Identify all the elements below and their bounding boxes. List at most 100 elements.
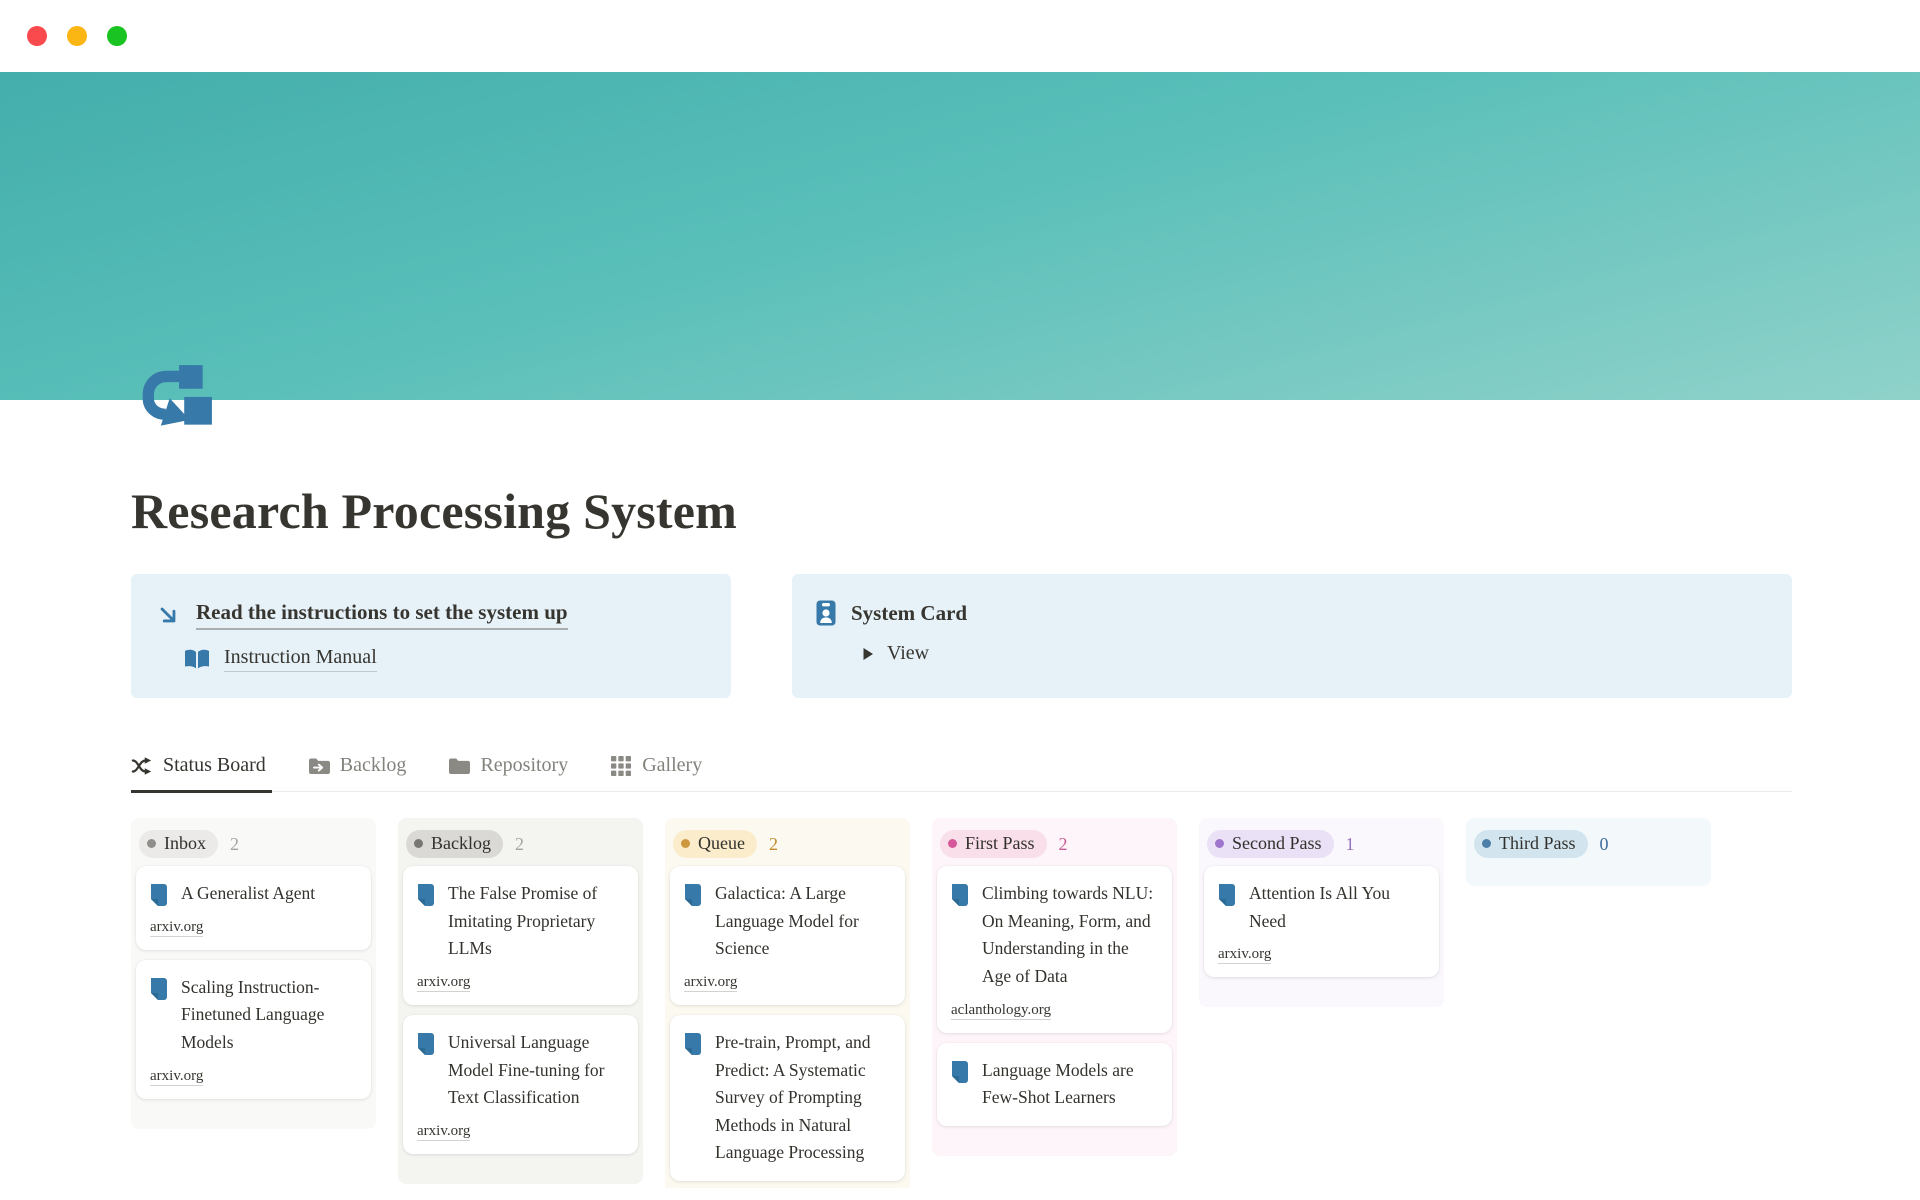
column-inbox: Inbox 2 A Generalist Agent arxiv.org Sca… <box>131 818 376 1129</box>
column-count: 2 <box>515 834 524 855</box>
source-link[interactable]: arxiv.org <box>150 919 203 937</box>
page-icon <box>149 883 169 907</box>
paper-card[interactable]: Scaling Instruction-Finetuned Language M… <box>136 960 371 1099</box>
column-count: 2 <box>230 834 239 855</box>
source-link[interactable]: arxiv.org <box>150 1068 203 1086</box>
status-dot-icon <box>1482 839 1491 848</box>
column-queue: Queue 2 Galactica: A Large Language Mode… <box>665 818 910 1200</box>
column-status-pill[interactable]: Second Pass <box>1207 830 1334 858</box>
card-list: The False Promise of Imitating Proprieta… <box>401 866 640 1154</box>
column-name: Queue <box>698 833 745 854</box>
paper-title: Universal Language Model Fine-tuning for… <box>448 1029 624 1112</box>
column-backlog: Backlog 2 The False Promise of Imitating… <box>398 818 643 1184</box>
page-icon <box>416 883 436 907</box>
column-name: First Pass <box>965 833 1035 854</box>
page-icon <box>416 1032 436 1056</box>
column-status-pill[interactable]: Backlog <box>406 830 503 858</box>
paper-card[interactable]: Universal Language Model Fine-tuning for… <box>403 1015 638 1154</box>
zoom-button[interactable] <box>107 26 127 46</box>
system-card-callout: System Card View <box>792 574 1792 698</box>
paper-card[interactable]: Pre-train, Prompt, and Predict: A System… <box>670 1015 905 1181</box>
cover-image <box>0 72 1920 400</box>
arrow-down-right-icon <box>155 602 181 628</box>
folder-icon <box>448 756 470 776</box>
source-link[interactable]: aclanthology.org <box>951 1002 1051 1020</box>
open-book-icon <box>183 647 211 671</box>
status-dot-icon <box>948 839 957 848</box>
column-second-pass: Second Pass 1 Attention Is All You Need … <box>1199 818 1444 1007</box>
paper-card[interactable]: Galactica: A Large Language Model for Sc… <box>670 866 905 1005</box>
paper-title: Language Models are Few-Shot Learners <box>982 1057 1158 1112</box>
callouts-row: Read the instructions to set the system … <box>131 574 1792 698</box>
instruction-manual-link[interactable]: Instruction Manual <box>224 646 377 672</box>
column-name: Backlog <box>431 833 491 854</box>
column-header: Backlog 2 <box>401 826 640 866</box>
tab-status-board[interactable]: Status Board <box>131 750 272 793</box>
paper-title: Scaling Instruction-Finetuned Language M… <box>181 974 357 1057</box>
source-link[interactable]: arxiv.org <box>1218 946 1271 964</box>
instructions-heading-link[interactable]: Read the instructions to set the system … <box>196 600 568 630</box>
paper-title: The False Promise of Imitating Proprieta… <box>448 880 624 963</box>
column-status-pill[interactable]: Inbox <box>139 830 218 858</box>
paper-title: Climbing towards NLU: On Meaning, Form, … <box>982 880 1158 991</box>
page-title: Research Processing System <box>131 482 1792 540</box>
status-dot-icon <box>681 839 690 848</box>
column-name: Third Pass <box>1499 833 1576 854</box>
window-titlebar <box>0 0 1920 72</box>
paper-card[interactable]: Attention Is All You Need arxiv.org <box>1204 866 1439 977</box>
id-card-icon <box>816 600 836 626</box>
status-board: Inbox 2 A Generalist Agent arxiv.org Sca… <box>131 818 1792 1200</box>
tab-label: Repository <box>480 754 568 777</box>
tab-repository[interactable]: Repository <box>448 750 574 793</box>
column-count: 2 <box>1059 834 1068 855</box>
view-toggle[interactable]: View <box>887 642 929 665</box>
shuffle-icon <box>131 756 153 776</box>
system-card-heading: System Card <box>851 601 967 626</box>
column-first-pass: First Pass 2 Climbing towards NLU: On Me… <box>932 818 1177 1156</box>
minimize-button[interactable] <box>67 26 87 46</box>
column-header: Inbox 2 <box>134 826 373 866</box>
page-icon <box>683 883 703 907</box>
column-header: Queue 2 <box>668 826 907 866</box>
status-dot-icon <box>414 839 423 848</box>
paper-title: A Generalist Agent <box>181 880 315 908</box>
column-count: 2 <box>769 834 778 855</box>
paper-card[interactable]: The False Promise of Imitating Proprieta… <box>403 866 638 1005</box>
status-dot-icon <box>147 839 156 848</box>
tab-gallery[interactable]: Gallery <box>610 750 708 793</box>
card-list: A Generalist Agent arxiv.org Scaling Ins… <box>134 866 373 1099</box>
grid-icon <box>610 756 632 776</box>
paper-title: Pre-train, Prompt, and Predict: A System… <box>715 1029 891 1167</box>
source-link[interactable]: arxiv.org <box>684 974 737 992</box>
paper-card[interactable]: Climbing towards NLU: On Meaning, Form, … <box>937 866 1172 1033</box>
card-list: Attention Is All You Need arxiv.org <box>1202 866 1441 977</box>
column-status-pill[interactable]: Queue <box>673 830 757 858</box>
paper-card[interactable]: Language Models are Few-Shot Learners <box>937 1043 1172 1126</box>
page-icon <box>950 883 970 907</box>
page-icon <box>1217 883 1237 907</box>
paper-card[interactable]: A Generalist Agent arxiv.org <box>136 866 371 950</box>
card-list: Galactica: A Large Language Model for Sc… <box>668 866 907 1181</box>
instructions-callout: Read the instructions to set the system … <box>131 574 731 698</box>
column-name: Inbox <box>164 833 206 854</box>
column-third-pass: Third Pass 0 <box>1466 818 1711 886</box>
viewport-cut <box>0 1188 1920 1200</box>
close-button[interactable] <box>27 26 47 46</box>
card-list: Climbing towards NLU: On Meaning, Form, … <box>935 866 1174 1126</box>
paper-title: Attention Is All You Need <box>1249 880 1425 935</box>
tab-backlog[interactable]: Backlog <box>308 750 413 793</box>
source-link[interactable]: arxiv.org <box>417 1123 470 1141</box>
page-icon <box>950 1060 970 1084</box>
process-arrows-logo-icon[interactable] <box>137 360 215 438</box>
status-dot-icon <box>1215 839 1224 848</box>
page-icon <box>683 1032 703 1056</box>
column-count: 0 <box>1600 834 1609 855</box>
view-tabs: Status Board Backlog Repository Gallery <box>131 750 1792 792</box>
column-status-pill[interactable]: Third Pass <box>1474 830 1588 858</box>
column-header: Third Pass 0 <box>1469 826 1708 866</box>
triangle-right-icon <box>862 647 874 661</box>
column-status-pill[interactable]: First Pass <box>940 830 1047 858</box>
column-header: Second Pass 1 <box>1202 826 1441 866</box>
folder-arrow-icon <box>308 756 330 776</box>
source-link[interactable]: arxiv.org <box>417 974 470 992</box>
